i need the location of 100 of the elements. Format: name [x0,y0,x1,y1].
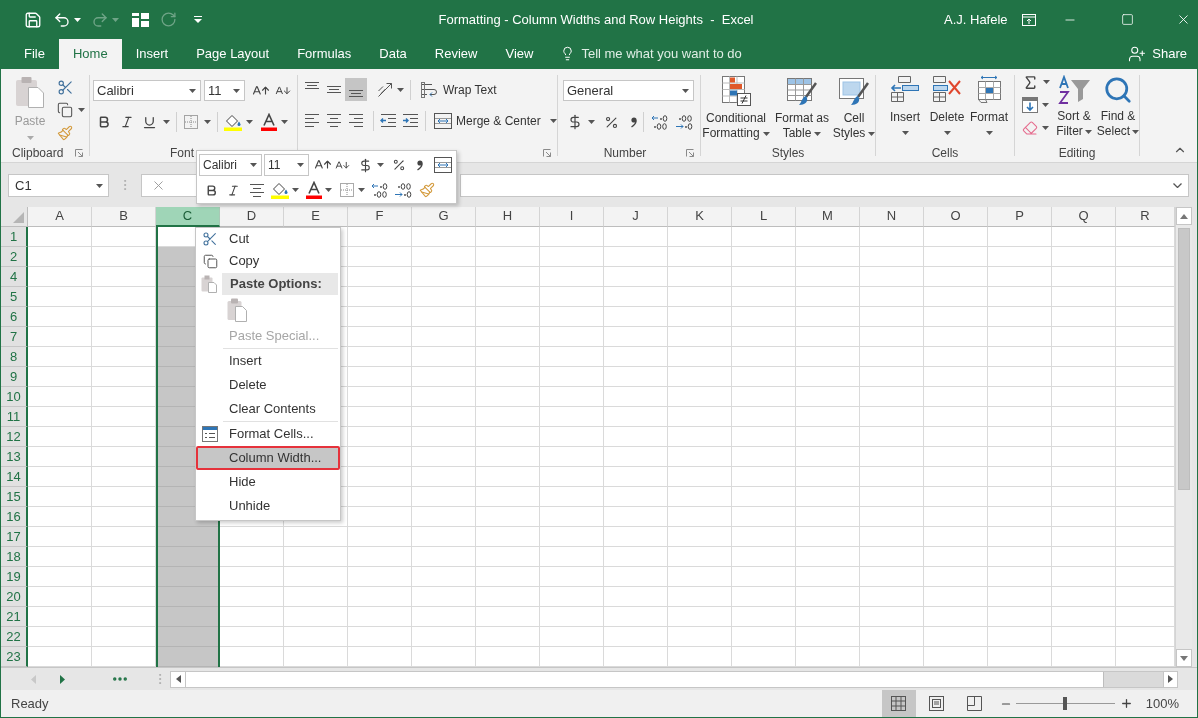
caret-icon[interactable] [78,108,85,112]
ribbon-tab[interactable]: Page Layout [182,38,284,69]
ribbon-tab[interactable]: Review [420,38,492,69]
dialog-launcher-icon[interactable] [686,149,694,157]
dollar-icon[interactable] [358,157,373,173]
increase-decimal-icon[interactable] [370,182,390,198]
cell-column[interactable] [412,227,476,667]
fill-down-icon[interactable] [1022,97,1038,113]
ribbon-tab[interactable]: Insert [121,38,183,69]
caret-icon[interactable] [1084,129,1092,134]
user-name[interactable]: A.J. Hafele [944,9,1008,30]
slider-thumb[interactable] [1063,697,1068,710]
increase-indent-icon[interactable] [402,113,419,128]
column-header[interactable]: C [156,207,220,227]
row-header[interactable]: 11 [1,407,28,427]
text-angle-icon[interactable] [377,81,393,98]
cells-button[interactable]: Format [968,75,1010,135]
row-header[interactable]: 4 [1,267,28,287]
cell-column[interactable] [988,227,1052,667]
cell-column[interactable] [476,227,540,667]
row-header[interactable]: 17 [1,527,28,547]
column-header[interactable]: E [284,207,348,227]
column-header[interactable]: B [92,207,156,227]
caret-icon[interactable] [1042,103,1049,107]
caret-icon[interactable] [985,131,993,135]
decrease-indent-icon[interactable] [380,113,397,128]
share-button[interactable]: Share [1128,38,1187,69]
fill-color-icon[interactable] [224,113,242,131]
font-dropdown[interactable]: Calibri [199,154,262,176]
underline-icon[interactable] [142,114,157,130]
column-header[interactable]: P [988,207,1052,227]
menu-item[interactable]: Cut [196,228,340,250]
number-format-dropdown[interactable]: General [563,80,694,101]
row-header[interactable]: 9 [1,367,28,387]
row-header[interactable]: 10 [1,387,28,407]
cell-column[interactable] [668,227,732,667]
caret-icon[interactable] [163,120,170,124]
cell-column[interactable] [1116,227,1175,667]
cell-column[interactable] [796,227,860,667]
menu-item[interactable]: Insert [196,349,340,373]
column-header[interactable]: G [412,207,476,227]
font-size-dropdown[interactable]: 11 [264,154,309,176]
increase-decimal-icon[interactable] [650,114,670,130]
dialog-launcher-icon[interactable] [543,149,551,157]
cell-column[interactable] [1052,227,1116,667]
row-header[interactable]: 14 [1,467,28,487]
row-header[interactable]: 23 [1,647,28,667]
scroll-down-button[interactable] [1176,649,1192,667]
row-header[interactable]: 13 [1,447,28,467]
caret-icon[interactable] [74,17,81,22]
column-header[interactable]: Q [1052,207,1116,227]
column-header[interactable]: O [924,207,988,227]
undo-icon[interactable] [53,10,71,29]
caret-icon[interactable] [814,131,822,136]
wrap-text-button[interactable]: Wrap Text [421,80,497,99]
customize-icon[interactable] [194,16,202,23]
ribbon-tab[interactable]: File [10,38,59,69]
scrollbar-thumb[interactable] [186,671,1104,687]
merge-center-button[interactable]: Merge & Center [434,111,557,130]
cell-column[interactable] [540,227,604,667]
italic-icon[interactable] [227,183,240,197]
menu-item[interactable]: Format Cells... [196,422,340,446]
caret-icon[interactable] [1132,129,1140,134]
caret-icon[interactable] [397,87,404,92]
menu-item[interactable]: Hide [196,470,340,494]
row-header[interactable]: 2 [1,247,28,267]
font-size-dropdown[interactable]: 11 [204,80,245,101]
italic-icon[interactable] [120,115,134,129]
font-color-icon[interactable] [306,181,322,199]
row-header[interactable]: 18 [1,547,28,567]
caret-icon[interactable] [292,188,299,192]
bold-icon[interactable] [97,115,111,129]
column-header[interactable]: J [604,207,668,227]
cell-column[interactable] [92,227,156,667]
scroll-right-button[interactable] [1163,671,1177,687]
caret-icon[interactable] [233,88,240,93]
style-button[interactable]: Format as Table [771,75,833,141]
cell-column[interactable] [924,227,988,667]
fill-color-icon[interactable] [271,181,289,199]
decrease-decimal-icon[interactable] [674,114,694,130]
style-button[interactable]: Cell Styles [833,75,875,141]
cancel-icon[interactable] [151,178,166,193]
row-header[interactable]: 19 [1,567,28,587]
copy-icon[interactable] [57,102,73,118]
bold-icon[interactable] [205,183,218,197]
zoom-in-icon[interactable] [1119,697,1133,710]
row-header[interactable]: 5 [1,287,28,307]
column-header[interactable]: R [1116,207,1175,227]
caret-icon[interactable] [682,88,689,93]
caret-icon[interactable] [943,131,951,135]
caret-icon[interactable] [281,120,288,124]
comma-style-icon[interactable] [630,116,637,128]
row-header[interactable]: 7 [1,327,28,347]
name-box[interactable]: C1 [8,174,109,197]
cell-column[interactable] [732,227,796,667]
column-header[interactable]: L [732,207,796,227]
cells-button[interactable]: Insert [884,75,926,135]
font-color-icon[interactable] [261,113,277,131]
arrow-right-icon[interactable] [60,674,65,684]
cell-column[interactable] [604,227,668,667]
